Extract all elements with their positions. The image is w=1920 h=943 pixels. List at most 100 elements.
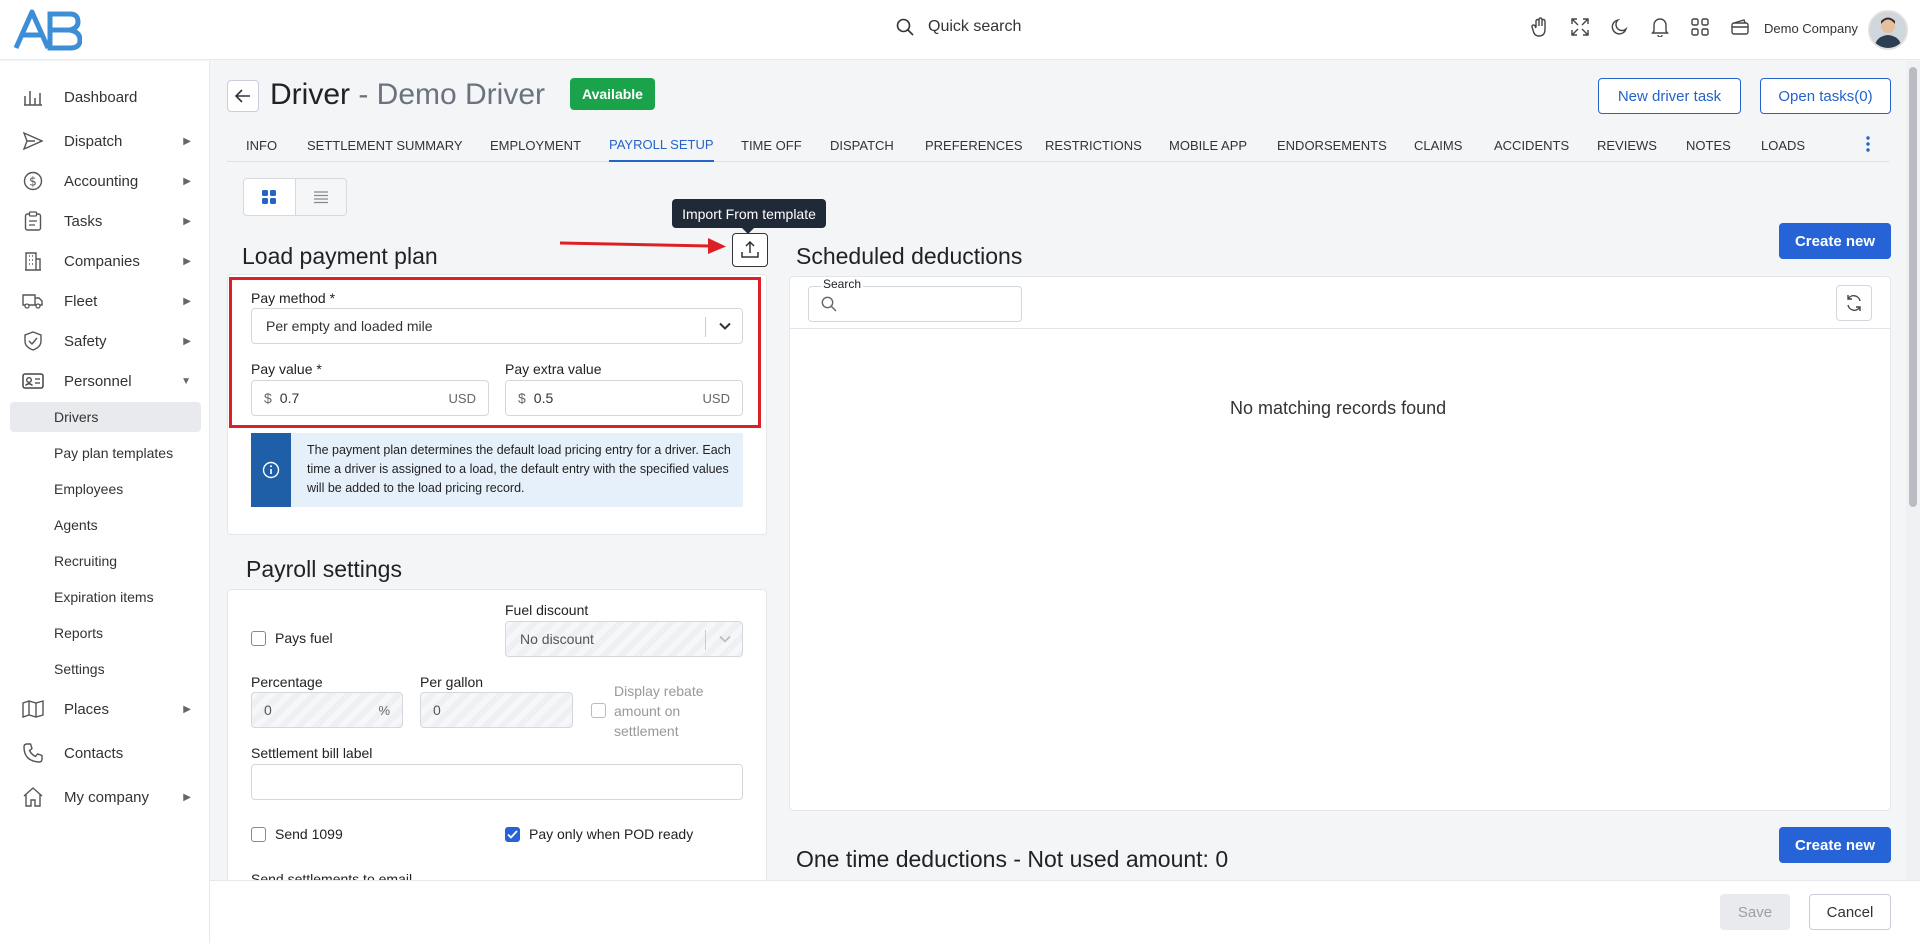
sidebar-item-safety[interactable]: Safety ▶ — [10, 326, 201, 356]
fullscreen-icon[interactable] — [1570, 16, 1590, 38]
chevron-right-icon: ▶ — [183, 215, 191, 227]
sidebar-item-my-company[interactable]: My company ▶ — [10, 782, 201, 812]
sidebar-item-label: Companies — [64, 252, 140, 270]
pays-fuel-label: Pays fuel — [275, 630, 333, 646]
create-new-scheduled-button[interactable]: Create new — [1779, 223, 1891, 259]
quick-search[interactable]: Quick search — [896, 18, 1021, 36]
apps-grid-icon[interactable] — [1690, 16, 1710, 38]
sidebar-sub-expiration-items[interactable]: Expiration items — [10, 582, 201, 612]
percentage-input[interactable]: 0 % — [251, 692, 403, 728]
tab-payroll-setup[interactable]: PAYROLL SETUP — [609, 128, 714, 162]
tab-time-off[interactable]: TIME OFF — [741, 128, 802, 162]
sidebar-item-dashboard[interactable]: Dashboard — [10, 82, 201, 112]
chevron-right-icon: ▶ — [183, 295, 191, 307]
tab-dispatch[interactable]: DISPATCH — [830, 128, 894, 162]
scrollbar[interactable] — [1906, 61, 1920, 880]
pay-pod-checkbox[interactable] — [505, 827, 520, 842]
svg-text:$: $ — [29, 175, 37, 189]
shield-icon — [18, 330, 48, 352]
pays-fuel-checkbox[interactable] — [251, 631, 266, 646]
sidebar-item-accounting[interactable]: $ Accounting ▶ — [10, 166, 201, 196]
sidebar-item-dispatch[interactable]: Dispatch ▶ — [10, 126, 201, 156]
tab-claims[interactable]: CLAIMS — [1414, 128, 1462, 162]
search-input[interactable] — [808, 286, 1022, 322]
more-vertical-icon[interactable] — [1865, 136, 1871, 157]
tab-settlement-summary[interactable]: SETTLEMENT SUMMARY — [307, 128, 463, 162]
tab-restrictions[interactable]: RESTRICTIONS — [1045, 128, 1142, 162]
tab-accidents[interactable]: ACCIDENTS — [1494, 128, 1569, 162]
sidebar-sub-drivers[interactable]: Drivers — [10, 402, 201, 432]
app-logo[interactable] — [12, 8, 82, 52]
refresh-icon — [1847, 295, 1861, 311]
tab-employment[interactable]: EMPLOYMENT — [490, 128, 581, 162]
send-1099-checkbox[interactable] — [251, 827, 266, 842]
checkmark-icon — [507, 830, 518, 839]
import-from-template-button[interactable] — [732, 233, 768, 267]
settlement-bill-label-input[interactable] — [251, 764, 743, 800]
tab-bar: INFO SETTLEMENT SUMMARY EMPLOYMENT PAYRO… — [227, 128, 1889, 162]
sidebar-item-places[interactable]: Places ▶ — [10, 694, 201, 724]
tab-endorsements[interactable]: ENDORSEMENTS — [1277, 128, 1387, 162]
annotation-arrow — [559, 238, 726, 254]
map-icon — [18, 698, 48, 720]
chevron-right-icon: ▶ — [183, 175, 191, 187]
status-badge: Available — [570, 78, 655, 110]
sidebar-sub-recruiting[interactable]: Recruiting — [10, 546, 201, 576]
list-view-button[interactable] — [296, 179, 347, 215]
page-title: Driver - Demo Driver — [270, 78, 545, 112]
load-payment-plan-title: Load payment plan — [242, 243, 438, 269]
sidebar-item-contacts[interactable]: Contacts — [10, 738, 201, 768]
percentage-label: Percentage — [251, 674, 323, 690]
tab-loads[interactable]: LOADS — [1761, 128, 1805, 162]
tab-reviews[interactable]: REVIEWS — [1597, 128, 1657, 162]
sidebar-item-fleet[interactable]: Fleet ▶ — [10, 286, 201, 316]
quick-search-label: Quick search — [928, 18, 1022, 35]
percent-suffix: % — [378, 702, 390, 718]
info-icon — [251, 433, 291, 507]
tab-preferences[interactable]: PREFERENCES — [925, 128, 1023, 162]
sidebar-item-tasks[interactable]: Tasks ▶ — [10, 206, 201, 236]
import-template-tooltip: Import From template — [672, 199, 826, 234]
chevron-down-icon: ▼ — [181, 375, 191, 387]
fuel-discount-select[interactable]: No discount — [505, 621, 743, 657]
info-text: The payment plan determines the default … — [307, 443, 731, 495]
moon-icon[interactable] — [1610, 16, 1630, 38]
sidebar-sub-settings[interactable]: Settings — [10, 654, 201, 684]
bell-icon[interactable] — [1650, 16, 1670, 38]
per-gallon-input[interactable]: 0 — [420, 692, 573, 728]
empty-state-message: No matching records found — [1230, 398, 1447, 418]
sidebar-sub-employees[interactable]: Employees — [10, 474, 201, 504]
new-driver-task-button[interactable]: New driver task — [1598, 78, 1741, 114]
open-tasks-button[interactable]: Open tasks(0) — [1760, 78, 1891, 114]
wallet-icon[interactable] — [1730, 16, 1750, 38]
back-button[interactable] — [227, 80, 259, 112]
grid-view-button[interactable] — [244, 179, 296, 215]
fuel-discount-label: Fuel discount — [505, 602, 589, 618]
scrollbar-thumb[interactable] — [1909, 67, 1917, 507]
tab-info[interactable]: INFO — [246, 128, 277, 162]
cancel-button[interactable]: Cancel — [1809, 894, 1891, 930]
company-name[interactable]: Demo Company — [1764, 21, 1858, 36]
user-avatar[interactable] — [1868, 10, 1908, 50]
sidebar-sub-pay-plan-templates[interactable]: Pay plan templates — [10, 438, 201, 468]
create-new-one-time-button[interactable]: Create new — [1779, 827, 1891, 863]
sidebar-item-personnel[interactable]: Personnel ▼ — [10, 366, 201, 396]
building-icon — [18, 250, 48, 272]
search-icon — [896, 18, 914, 36]
hand-icon[interactable] — [1530, 16, 1550, 38]
display-rebate-checkbox[interactable] — [591, 703, 606, 718]
save-button[interactable]: Save — [1720, 894, 1790, 930]
tab-mobile-app[interactable]: MOBILE APP — [1169, 128, 1247, 162]
sidebar-sub-agents[interactable]: Agents — [10, 510, 201, 540]
home-icon — [18, 786, 48, 808]
sidebar-sub-reports[interactable]: Reports — [10, 618, 201, 648]
search-label: Search — [821, 277, 864, 291]
sidebar-item-label: Tasks — [64, 212, 103, 230]
refresh-button[interactable] — [1836, 285, 1872, 321]
tab-notes[interactable]: NOTES — [1686, 128, 1731, 162]
sidebar-item-companies[interactable]: Companies ▶ — [10, 246, 201, 276]
search-icon — [821, 296, 837, 312]
chevron-down-icon — [718, 632, 732, 649]
id-card-icon — [18, 370, 48, 392]
chevron-right-icon: ▶ — [183, 135, 191, 147]
